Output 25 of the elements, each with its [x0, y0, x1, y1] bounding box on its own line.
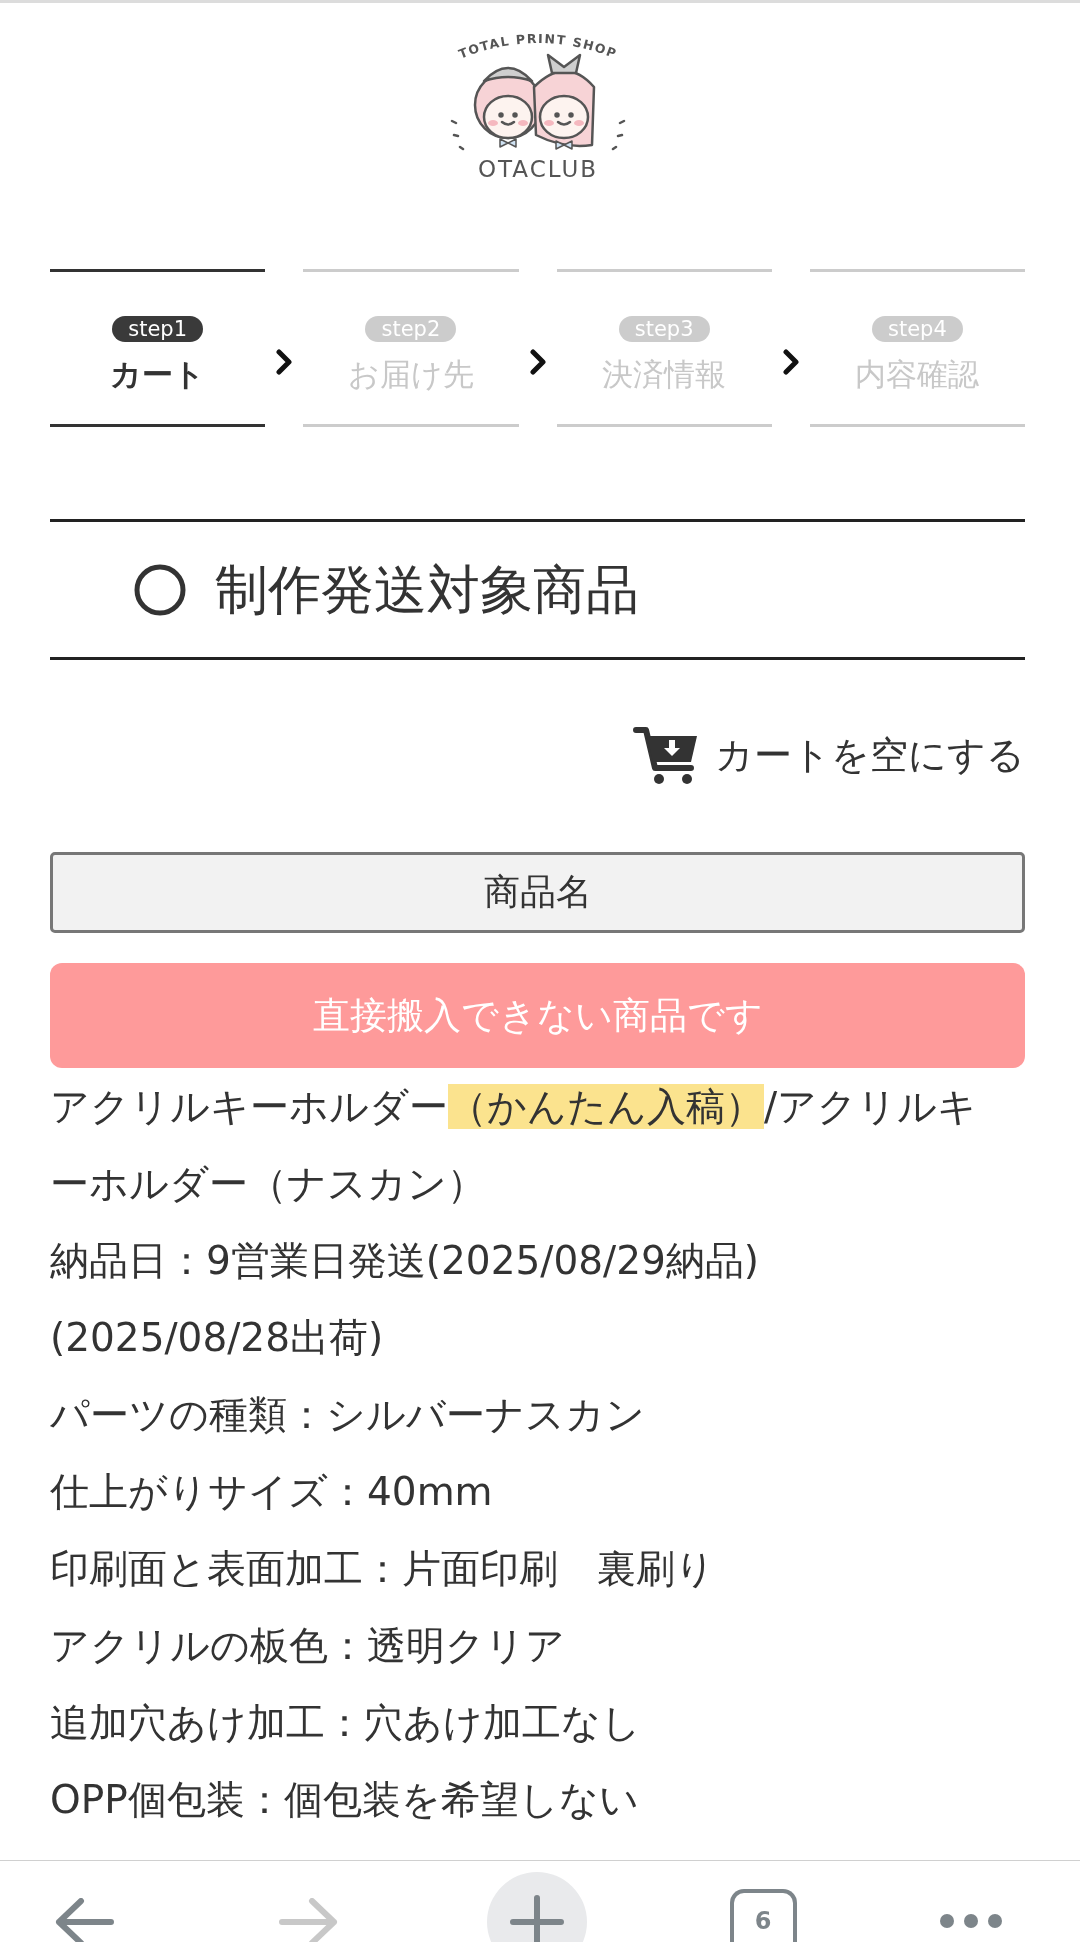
chevron-icon — [275, 349, 294, 375]
logo-tagline: TOTAL PRINT SHOP — [455, 30, 620, 62]
more-icon[interactable] — [939, 1913, 1003, 1929]
detail-text: 納品日：9営業日発送(2025/08/29納品) — [50, 1237, 761, 1285]
tab-count-button[interactable]: 6 — [729, 1889, 797, 1942]
detail-text: 印刷面と表面加工：片面印刷 裏刷り — [50, 1545, 716, 1593]
empty-cart-button[interactable]: カートを空にする — [633, 725, 1025, 785]
logo-name: OTACLUB — [477, 156, 598, 182]
circle-icon — [134, 563, 186, 616]
new-tab-plus-icon[interactable] — [487, 1872, 587, 1942]
chevron-icon — [781, 349, 800, 375]
cart-icon — [633, 725, 699, 785]
product-name: アクリルキーホルダー（かんたん入稿）/アクリルキーホルダー（ナスカン） — [50, 1083, 979, 1208]
notice-banner: 直接搬入できない商品です — [50, 963, 1025, 1068]
column-header: 商品名 — [50, 852, 1025, 933]
detail-text: 仕上がりサイズ：40mm — [50, 1468, 494, 1516]
detail-text: 追加穴あけ加工：穴あけ加工なし — [50, 1699, 642, 1747]
section-title: 制作発送対象商品 — [215, 557, 639, 622]
detail-text: パーツの種類：シルバーナスカン — [50, 1391, 646, 1439]
detail-text: OPP個包装：個包装を希望しない — [50, 1776, 640, 1824]
detail-text: アクリルの板色：透明クリア — [50, 1622, 566, 1670]
step-label: カート — [110, 355, 206, 394]
chevron-icon — [528, 349, 547, 375]
detail-text: (2025/08/28出荷) — [50, 1314, 385, 1362]
step-badge: step1 — [112, 316, 203, 342]
